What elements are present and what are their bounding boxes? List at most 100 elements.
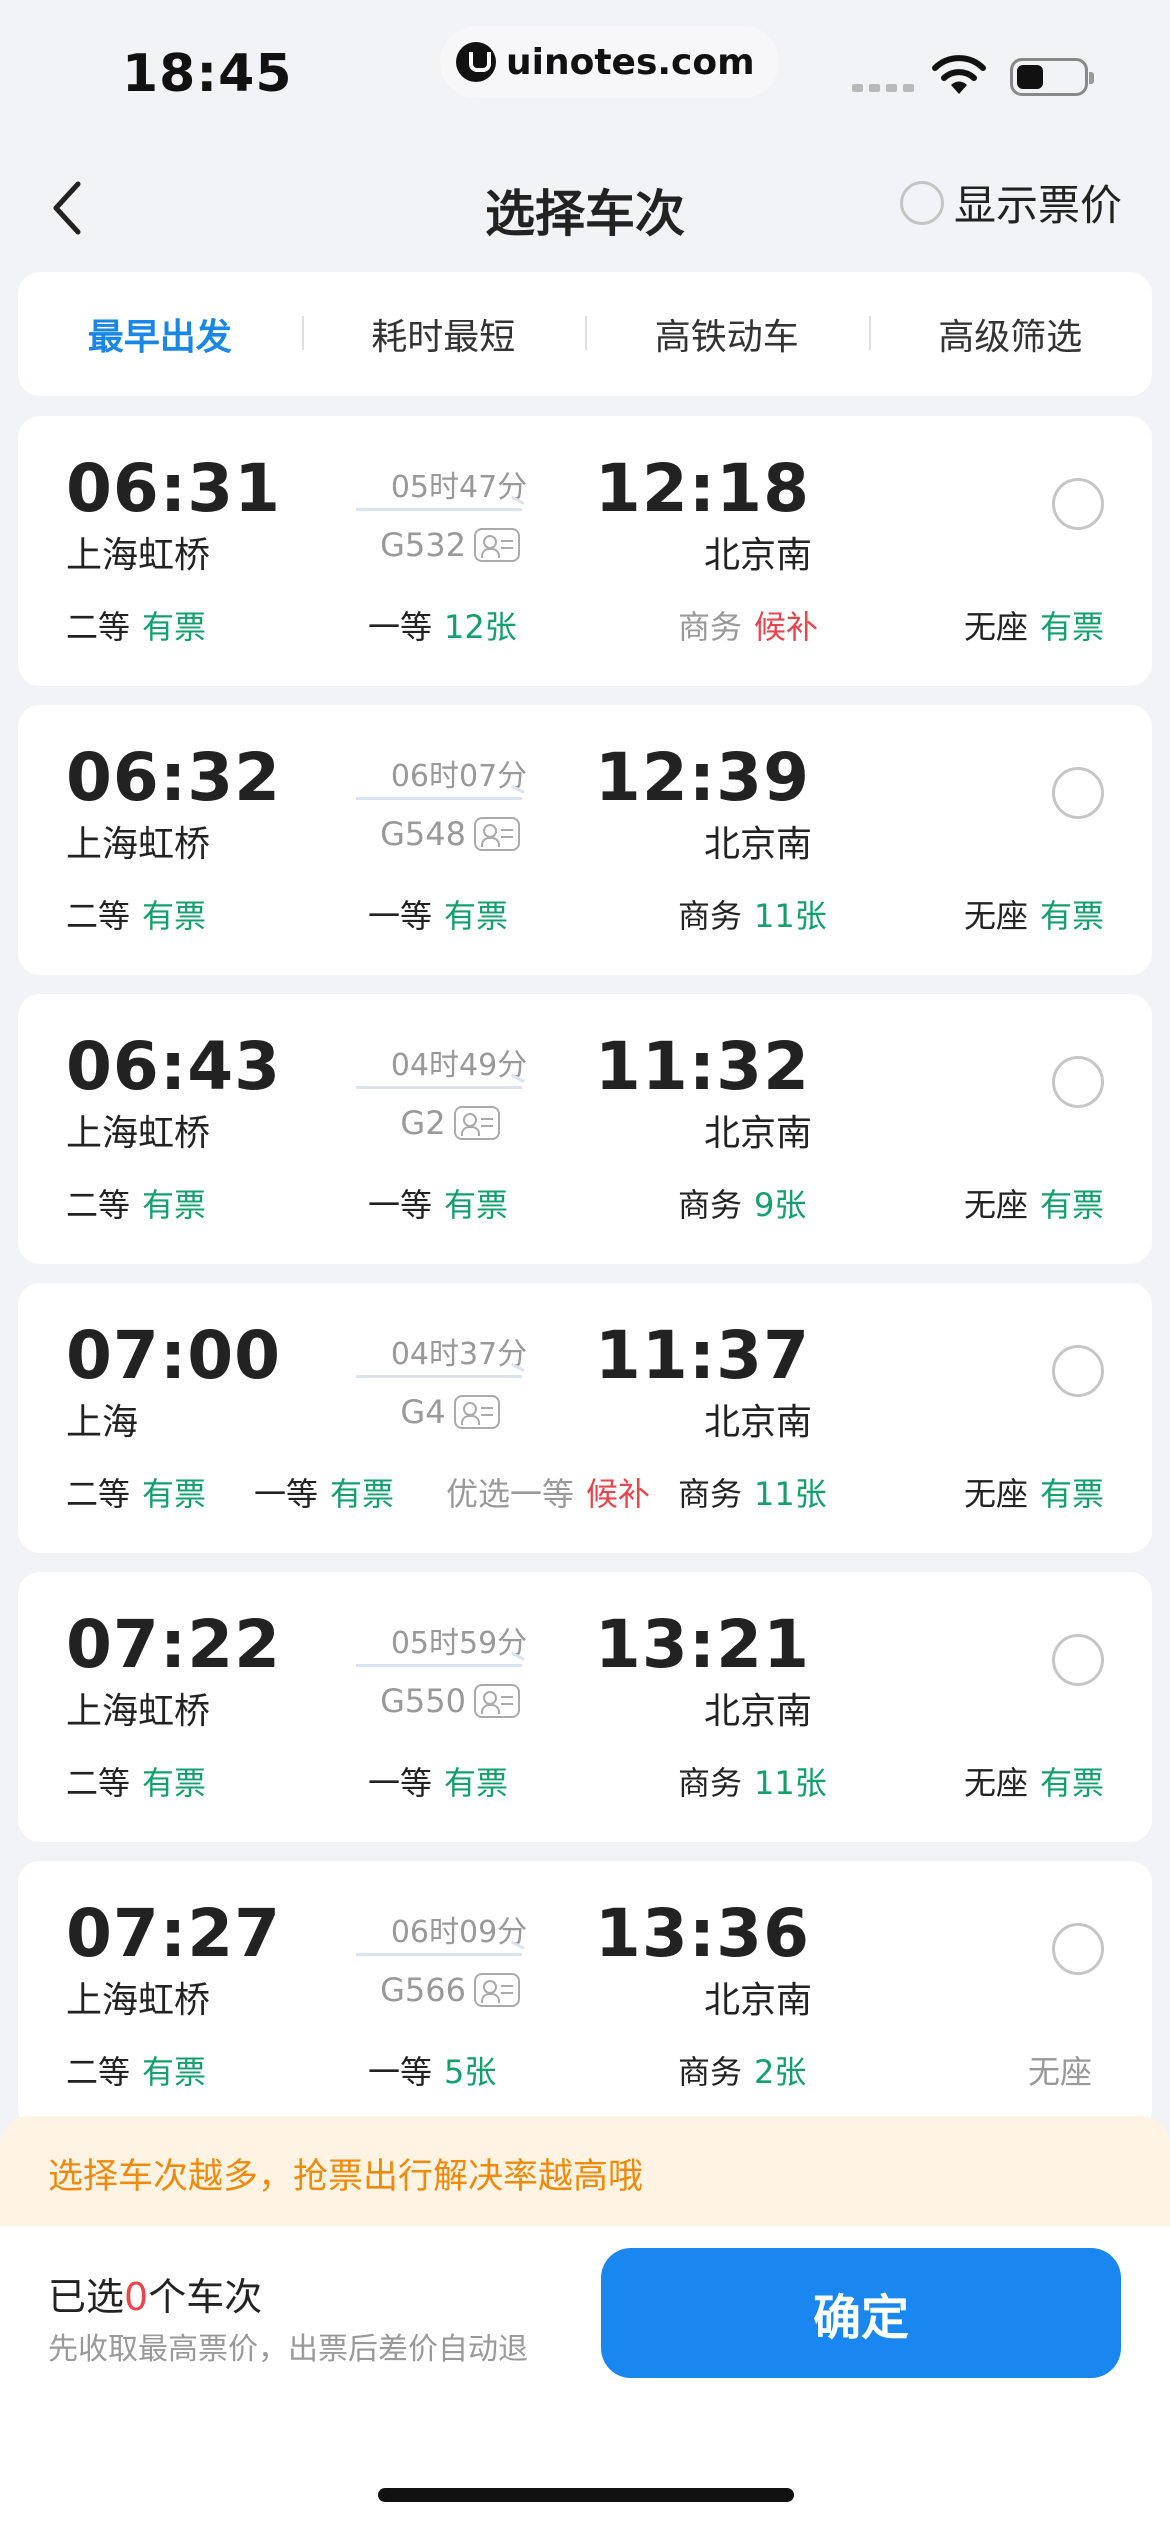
seat-availability: 商务 候补	[678, 602, 818, 648]
seat-status: 有票	[142, 1475, 207, 1513]
seat-class: 商务	[678, 1186, 743, 1224]
seat-status: 11张	[754, 1764, 827, 1802]
seat-availability: 二等 有票	[66, 1180, 206, 1226]
seat-class: 商务	[678, 897, 743, 935]
trip-duration: 06时07分	[390, 759, 528, 794]
seat-status: 有票	[142, 608, 207, 646]
train-number: G566	[380, 1971, 466, 2009]
tip-text: 选择车次越多，抢票出行解决率越高哦	[48, 2157, 644, 2197]
train-number-group: G532	[338, 526, 562, 564]
show-price-toggle[interactable]: 显示票价	[900, 172, 1122, 233]
site-logo-icon	[456, 42, 496, 82]
tab-earliest-departure[interactable]: 最早出发	[18, 308, 302, 360]
seat-availability: 无座 有票	[964, 891, 1104, 937]
train-card[interactable]: 06:31 上海虹桥 05时47分 G532 12:18 北京南 二等 有票 一等 12张 商务 候补…	[18, 416, 1152, 686]
seat-class: 无座	[963, 897, 1028, 935]
id-card-icon	[473, 817, 520, 851]
trip-duration: 05时47分	[390, 470, 528, 505]
seat-class: 二等	[66, 897, 131, 935]
arrival-time: 13:21	[594, 1606, 810, 1683]
train-card[interactable]: 07:27 上海虹桥 06时09分 G566 13:36 北京南 二等 有票 一等 5张 商务 2张 无…	[18, 1861, 1152, 2131]
arrival-station: 北京南	[703, 535, 812, 576]
show-price-checkbox[interactable]	[900, 180, 944, 225]
show-price-label: 显示票价	[954, 181, 1123, 230]
seat-availability: 无座 有票	[964, 1758, 1104, 1804]
seat-class: 二等	[66, 2053, 131, 2091]
seat-status: 候补	[754, 608, 819, 646]
id-card-icon	[453, 1106, 500, 1140]
duration-line	[356, 797, 522, 800]
train-card[interactable]: 06:43 上海虹桥 04时49分 G2 11:32 北京南 二等 有票 一等 有票 商务 9张 无座有…	[18, 994, 1152, 1264]
seat-availability: 商务 11张	[678, 1469, 827, 1515]
tab-high-speed[interactable]: 高铁动车	[585, 308, 869, 360]
train-number: G548	[380, 815, 466, 853]
seat-status: 有票	[330, 1475, 395, 1513]
trip-duration: 04时37分	[390, 1337, 528, 1372]
seat-availability: 二等 有票	[66, 2047, 206, 2093]
seat-class: 二等	[66, 1764, 131, 1802]
seat-availability: 二等 有票	[66, 891, 206, 937]
seat-class: 一等	[368, 2053, 433, 2091]
arrival-time: 13:36	[594, 1895, 810, 1972]
trip-duration: 05时59分	[390, 1626, 528, 1661]
departure-station: 上海虹桥	[66, 1691, 211, 1732]
train-number: G2	[400, 1104, 446, 1142]
id-card-icon	[473, 528, 520, 562]
train-card[interactable]: 07:22 上海虹桥 05时59分 G550 13:21 北京南 二等 有票 一等 有票 商务 11张…	[18, 1572, 1152, 1842]
seat-class: 一等	[254, 1475, 319, 1513]
seat-status: 有票	[142, 2053, 207, 2091]
seat-status: 有票	[142, 1186, 207, 1224]
seat-status: 有票	[142, 1764, 207, 1802]
departure-time: 06:32	[66, 739, 282, 816]
arrival-station: 北京南	[703, 1113, 812, 1154]
departure-time: 06:43	[66, 1028, 282, 1105]
price-note: 先收取最高票价，出票后差价自动退	[48, 2332, 528, 2367]
train-card[interactable]: 07:00 上海 04时37分 G4 11:37 北京南 二等 有票 一等 有票 优选一等 候补 商务 1…	[18, 1283, 1152, 1553]
select-train-checkbox[interactable]	[1052, 1923, 1104, 1975]
confirm-button[interactable]: 确定	[601, 2248, 1121, 2378]
sort-tab-bar: 最早出发 耗时最短 高铁动车 高级筛选	[18, 272, 1152, 396]
selected-count: 已选0个车次	[48, 2275, 263, 2319]
arrival-station: 北京南	[703, 1402, 812, 1443]
seat-class: 一等	[368, 1764, 433, 1802]
seat-status: 有票	[142, 897, 207, 935]
seat-availability: 一等 有票	[368, 1758, 508, 1804]
tab-shortest-duration[interactable]: 耗时最短	[301, 308, 586, 360]
select-train-checkbox[interactable]	[1052, 1056, 1104, 1108]
seat-status: 11张	[754, 1475, 827, 1513]
home-indicator	[378, 2488, 794, 2502]
select-train-checkbox[interactable]	[1052, 1345, 1104, 1397]
seat-status: 有票	[444, 1764, 509, 1802]
select-train-checkbox[interactable]	[1052, 767, 1104, 819]
seat-class: 无座	[1027, 2053, 1092, 2091]
seat-class: 商务	[678, 2053, 743, 2091]
train-number-group: G2	[338, 1104, 562, 1142]
id-card-icon	[473, 1973, 520, 2007]
seat-status: 有票	[1039, 608, 1104, 646]
train-number-group: G548	[338, 815, 562, 853]
select-train-checkbox[interactable]	[1052, 1634, 1104, 1686]
seat-availability: 一等 12张	[368, 602, 517, 648]
tab-advanced-filter[interactable]: 高级筛选	[868, 308, 1153, 360]
seat-status: 候补	[586, 1475, 651, 1513]
seat-status: 有票	[444, 1186, 509, 1224]
seat-class: 二等	[66, 608, 131, 646]
id-card-icon	[453, 1395, 500, 1429]
seat-availability: 无座 有票	[964, 602, 1104, 648]
train-number-group: G566	[338, 1971, 562, 2009]
train-number-group: G550	[338, 1682, 562, 1720]
seat-class: 商务	[678, 1475, 743, 1513]
arrival-time: 12:18	[594, 450, 810, 527]
bottom-panel: 已选0个车次 先收取最高票价，出票后差价自动退 确定	[0, 2226, 1170, 2532]
seat-status: 5张	[444, 2053, 497, 2091]
seat-availability: 无座	[1028, 2047, 1104, 2093]
departure-time: 07:22	[66, 1606, 282, 1683]
select-train-checkbox[interactable]	[1052, 478, 1104, 530]
train-card[interactable]: 06:32 上海虹桥 06时07分 G548 12:39 北京南 二等 有票 一等 有票 商务 11张…	[18, 705, 1152, 975]
departure-station: 上海	[66, 1402, 139, 1443]
status-bar: 18:45 uinotes.com	[0, 0, 1170, 140]
seat-class: 无座	[963, 608, 1028, 646]
seat-availability: 商务 11张	[678, 891, 827, 937]
seat-status: 有票	[444, 897, 509, 935]
seat-status: 11张	[754, 897, 827, 935]
